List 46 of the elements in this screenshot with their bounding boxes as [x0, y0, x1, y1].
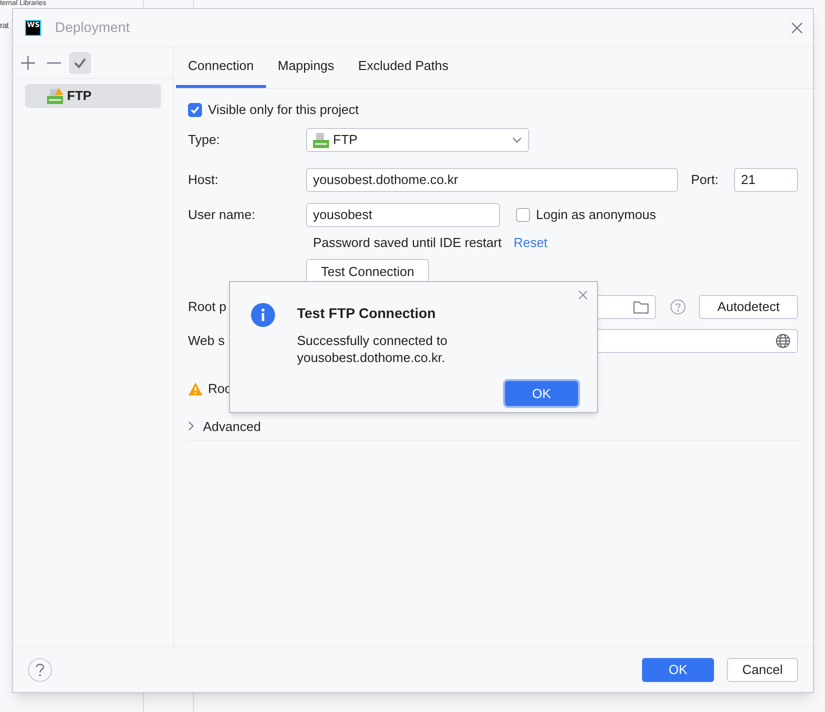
tab[interactable]: Excluded Paths	[346, 47, 460, 88]
input-field[interactable]: yousobest.dothome.co.kr	[306, 168, 678, 192]
password-note: Password saved until IDE restart	[313, 234, 502, 252]
field-label: Port:	[691, 171, 720, 190]
info-icon	[251, 303, 275, 327]
cancel-button[interactable]: Cancel	[727, 658, 798, 682]
ftp-icon	[313, 132, 329, 148]
advanced-toggle[interactable]: Advanced	[188, 416, 261, 436]
plus-icon	[20, 54, 36, 70]
globe-icon	[775, 333, 791, 349]
chevron-icon	[188, 421, 194, 432]
field-label: User name:	[188, 206, 256, 224]
field-label: Host:	[188, 171, 218, 190]
ok-button[interactable]: OK	[642, 658, 714, 682]
warning-icon	[188, 382, 203, 396]
folder-icon	[633, 300, 649, 314]
field-label: Web s	[188, 332, 225, 350]
help-button[interactable]	[28, 658, 52, 682]
field-label: Root p	[188, 298, 226, 316]
question-icon	[35, 662, 45, 676]
tree-item: rat	[0, 20, 8, 32]
close-icon	[578, 290, 588, 300]
autodetect-button[interactable]: Autodetect	[699, 295, 798, 319]
reset-link[interactable]: Reset	[514, 233, 548, 253]
help-icon	[670, 299, 686, 315]
minus-icon	[47, 62, 61, 64]
popup-title: Test FTP Connection	[297, 304, 437, 323]
tab[interactable]: Connection	[176, 47, 266, 88]
popup-message: Successfully connected to yousobest.dothome.co.kr.	[297, 332, 448, 366]
type-dropdown[interactable]: FTP	[306, 128, 529, 152]
check-icon	[74, 58, 86, 68]
checkbox-label: Login as anonymous	[536, 206, 656, 224]
check-button[interactable]	[69, 52, 91, 74]
checkbox[interactable]	[516, 208, 530, 222]
close-icon	[791, 22, 803, 34]
tab[interactable]: Mappings	[266, 47, 346, 88]
checkbox-label: Visible only for this project	[208, 101, 359, 120]
checkbox[interactable]	[188, 103, 202, 117]
input-field[interactable]: yousobest	[306, 203, 500, 227]
server-item[interactable]: FTP	[25, 84, 161, 108]
field-label: Type:	[188, 131, 220, 150]
ftp-warning-icon	[47, 88, 63, 104]
ok-button[interactable]: OK	[505, 381, 578, 406]
window-title: Deployment	[55, 18, 130, 37]
input-field[interactable]: 21	[734, 168, 798, 192]
chevron-down-icon	[512, 137, 522, 143]
